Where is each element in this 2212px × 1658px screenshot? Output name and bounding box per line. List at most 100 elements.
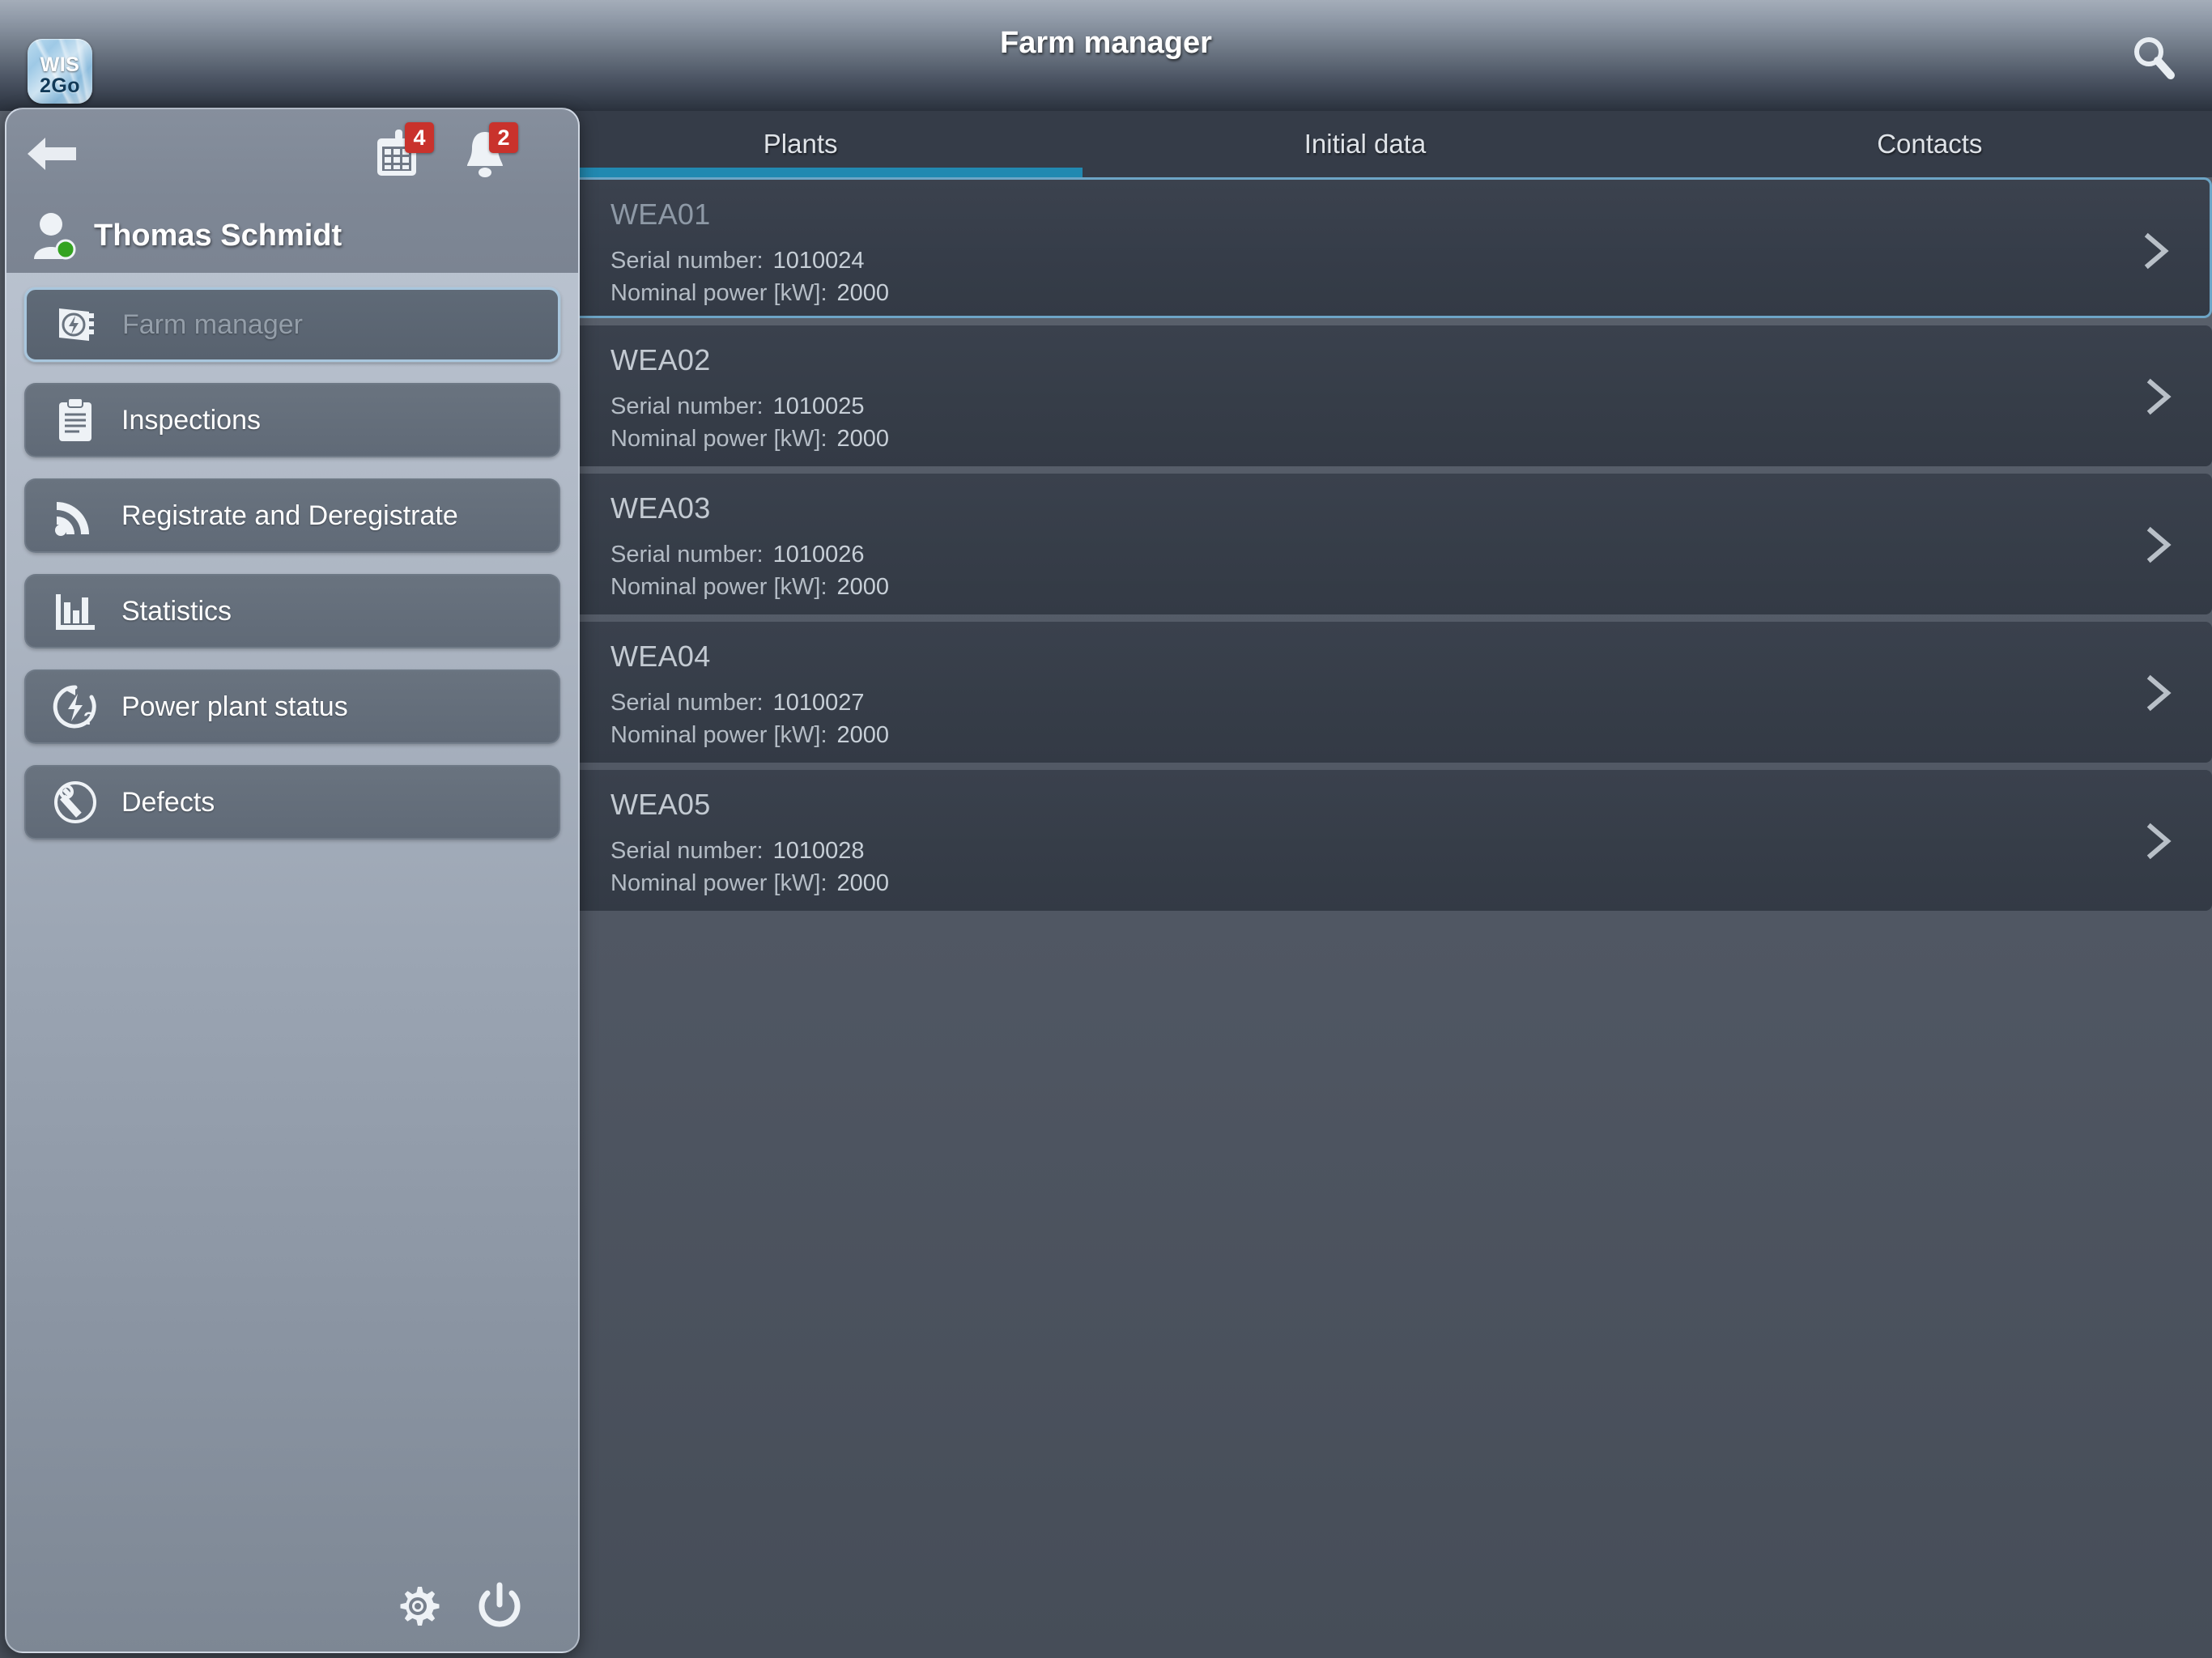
calendar-button[interactable]: 4 (372, 122, 434, 181)
tab-initial-data[interactable]: Initial data (1083, 111, 1647, 177)
row-chevron-button[interactable] (2140, 232, 2172, 270)
plant-name: WEA04 (610, 640, 711, 673)
sidebar-item-label: Registrate and Deregistrate (121, 500, 458, 531)
tab-initial-data-underline (1083, 168, 1647, 177)
clipboard-icon (52, 397, 99, 444)
sidebar-item-defects[interactable]: Defects (24, 765, 560, 840)
sidebar-item-label: Statistics (121, 595, 232, 627)
chevron-right-icon (2146, 526, 2172, 563)
tab-initial-data-label: Initial data (1304, 129, 1427, 159)
serial-label: Serial number: (610, 393, 764, 419)
tab-contacts-underline (1648, 168, 2212, 177)
plant-name: WEA02 (610, 343, 711, 376)
farm-manager-icon (53, 301, 100, 348)
power-button[interactable] (476, 1582, 523, 1630)
wrench-icon (52, 779, 99, 826)
plant-serial-line: Serial number: 1010027 (610, 690, 865, 716)
power-value: 2000 (836, 280, 890, 306)
plant-name: WEA01 (610, 198, 711, 231)
tab-plants[interactable]: Plants (518, 111, 1083, 177)
plant-power-line: Nominal power [kW]: 2000 (610, 870, 889, 897)
search-icon (2134, 37, 2175, 79)
sidebar-item-power-plant-status[interactable]: ? Power plant status (24, 670, 560, 744)
plant-power-line: Nominal power [kW]: 2000 (610, 426, 889, 453)
power-label: Nominal power [kW]: (610, 870, 827, 896)
serial-label: Serial number: (610, 248, 764, 274)
power-value: 2000 (836, 426, 890, 452)
row-chevron-button[interactable] (2142, 822, 2175, 861)
power-value: 2000 (836, 574, 890, 600)
bar-chart-icon (52, 588, 99, 635)
logo-line-2: 2Go (39, 74, 81, 97)
plant-power-line: Nominal power [kW]: 2000 (610, 574, 889, 601)
page-title: Farm manager (1000, 26, 1212, 60)
sidebar-item-label: Farm manager (122, 308, 303, 340)
notifications-badge: 2 (489, 122, 518, 153)
sidebar-item-farm-manager[interactable]: Farm manager (24, 287, 560, 362)
gear-icon (400, 1587, 440, 1626)
sidebar: 4 2 Thomas Schmidt Farm manager Inspecti… (5, 108, 580, 1653)
serial-label: Serial number: (610, 542, 764, 568)
table-row[interactable]: WEA01 Serial number: 1010024 Nominal powe… (518, 177, 2212, 318)
plant-name: WEA05 (610, 788, 711, 821)
serial-value: 1010024 (772, 248, 865, 274)
power-label: Nominal power [kW]: (610, 426, 827, 452)
sidebar-item-inspections[interactable]: Inspections (24, 383, 560, 457)
sidebar-item-label: Defects (121, 786, 215, 818)
serial-value: 1010027 (772, 690, 865, 716)
plant-name: WEA03 (610, 491, 711, 525)
tab-contacts[interactable]: Contacts (1648, 111, 2212, 177)
sidebar-item-registrate-deregistrate[interactable]: Registrate and Deregistrate (24, 478, 560, 553)
table-row[interactable]: WEA04 Serial number: 1010027 Nominal powe… (518, 622, 2212, 763)
table-row[interactable]: WEA02 Serial number: 1010025 Nominal powe… (518, 325, 2212, 466)
sidebar-item-label: Power plant status (121, 691, 348, 722)
user-name: Thomas Schmidt (94, 218, 342, 253)
svg-text:?: ? (83, 708, 94, 729)
plant-serial-line: Serial number: 1010024 (610, 248, 865, 274)
chevron-right-icon (2144, 232, 2169, 270)
plant-list[interactable]: WEA01 Serial number: 1010024 Nominal powe… (518, 177, 2212, 1658)
plant-power-line: Nominal power [kW]: 2000 (610, 280, 889, 307)
power-value: 2000 (836, 870, 890, 896)
tab-contacts-label: Contacts (1877, 129, 1983, 159)
power-label: Nominal power [kW]: (610, 722, 827, 748)
chevron-right-icon (2146, 674, 2172, 712)
plant-serial-line: Serial number: 1010025 (610, 393, 865, 420)
table-row[interactable]: WEA03 Serial number: 1010026 Nominal powe… (518, 474, 2212, 614)
app-header: WIS 2Go Farm manager (0, 0, 2212, 111)
serial-value: 1010028 (772, 838, 865, 864)
sidebar-footer (6, 1554, 578, 1652)
settings-button[interactable] (395, 1584, 440, 1629)
chevron-right-icon (2146, 823, 2172, 860)
row-chevron-button[interactable] (2142, 674, 2175, 712)
power-status-icon: ? (52, 683, 99, 730)
tab-plants-underline (518, 168, 1083, 177)
plant-serial-line: Serial number: 1010026 (610, 542, 865, 568)
calendar-badge: 4 (405, 122, 434, 153)
power-label: Nominal power [kW]: (610, 280, 827, 306)
back-button[interactable] (24, 130, 81, 177)
table-row[interactable]: WEA05 Serial number: 1010028 Nominal powe… (518, 770, 2212, 911)
notifications-button[interactable]: 2 (460, 122, 518, 181)
serial-value: 1010025 (772, 393, 865, 419)
row-chevron-button[interactable] (2142, 377, 2175, 416)
user-avatar-icon (34, 213, 76, 260)
plant-power-line: Nominal power [kW]: 2000 (610, 722, 889, 749)
sidebar-item-label: Inspections (121, 404, 261, 436)
power-label: Nominal power [kW]: (610, 574, 827, 600)
search-button[interactable] (2128, 31, 2180, 83)
user-profile[interactable]: Thomas Schmidt (6, 198, 578, 273)
app-window: WIS 2Go Farm manager Plants Initial data… (0, 0, 2212, 1658)
serial-label: Serial number: (610, 690, 764, 716)
tab-bar: Plants Initial data Contacts (518, 111, 2212, 177)
rss-signal-icon (52, 492, 99, 539)
serial-label: Serial number: (610, 838, 764, 864)
tab-list: Plants Initial data Contacts (518, 111, 2212, 177)
row-chevron-button[interactable] (2142, 525, 2175, 564)
chevron-right-icon (2146, 378, 2172, 415)
sidebar-item-statistics[interactable]: Statistics (24, 574, 560, 648)
sidebar-menu: Farm manager Inspections Registrate and … (6, 273, 578, 840)
sidebar-toolbar: 4 2 (6, 109, 578, 198)
plant-serial-line: Serial number: 1010028 (610, 838, 865, 865)
power-value: 2000 (836, 722, 890, 748)
